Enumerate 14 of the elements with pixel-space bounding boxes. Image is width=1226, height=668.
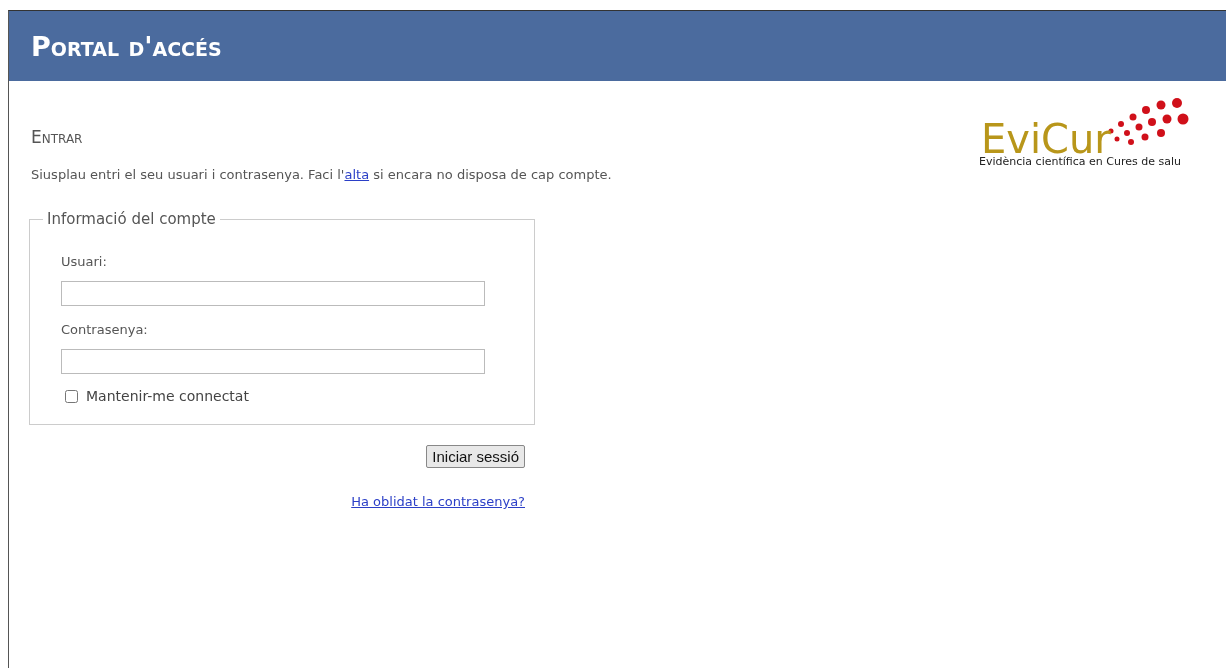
section-title: Entrar <box>31 127 84 147</box>
page-title: Portal d'accés <box>31 30 222 62</box>
forgot-password-link[interactable]: Ha oblidat la contrasenya? <box>351 494 525 509</box>
intro-text: Siusplau entri el seu usuari i contrasenya. Faci l'alta si encara no disposa de cap compte. <box>31 167 613 182</box>
signup-link[interactable]: alta <box>344 167 370 182</box>
logo-tagline: Evidència científica en Cures de salu <box>979 155 1182 168</box>
remember-checkbox[interactable] <box>65 389 78 403</box>
username-field[interactable] <box>61 281 485 306</box>
field-label: Contrasenya: <box>61 322 149 337</box>
panel-legend: Informació del compte <box>43 210 220 228</box>
remember-label: Mantenir-me connectat <box>86 388 249 404</box>
field-label: Usuari: <box>61 254 108 269</box>
login-button[interactable]: Iniciar sessió <box>426 445 525 468</box>
password-field[interactable] <box>61 349 485 374</box>
